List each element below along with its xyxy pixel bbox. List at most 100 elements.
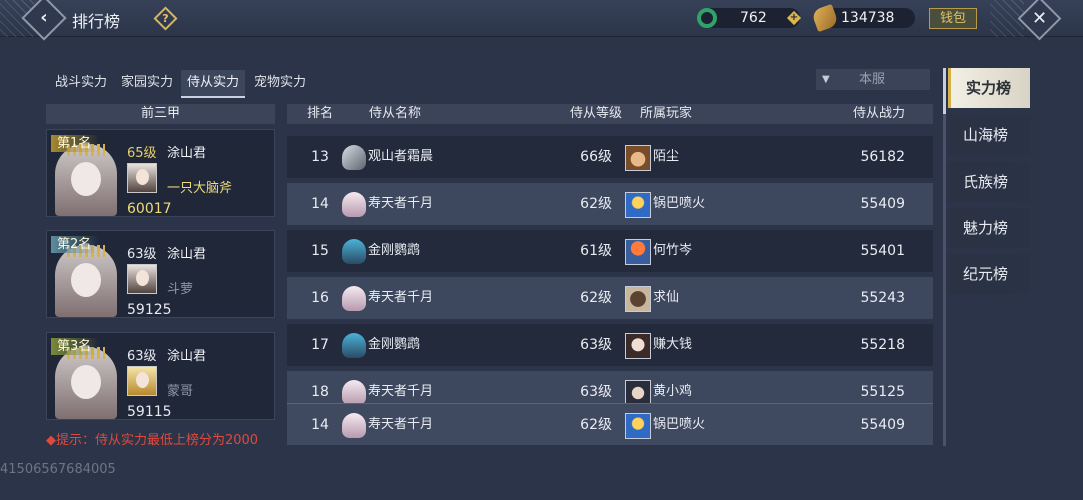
servant-power: 55401 [860, 243, 905, 259]
player-name: 求仙 [653, 290, 680, 305]
servant-name: 涂山君 [167, 247, 207, 262]
rank-value: 13 [311, 149, 329, 165]
close-icon: ✕ [1031, 8, 1048, 29]
player-avatar [625, 380, 651, 403]
servant-level: 62级 [580, 196, 612, 212]
player-avatar [625, 413, 651, 439]
servant-level: 63级 [127, 247, 157, 262]
side-tab-charm-ranking[interactable]: 魅力榜 [948, 208, 1030, 248]
header-pet-name: 侍从名称 [369, 106, 422, 121]
rank-value: 17 [311, 337, 329, 353]
owner-avatar [127, 366, 157, 396]
rank-badge: 第2名 [51, 236, 100, 253]
owner-name: 蒙哥 [167, 384, 194, 399]
rank-value: 15 [311, 243, 329, 259]
ranking-table-header: 排名 侍从名称 侍从等级 所属玩家 侍从战力 [287, 104, 933, 124]
header-rank: 排名 [307, 106, 334, 121]
table-row[interactable]: 18 寿天者千月 63级 黄小鸡 55125 [287, 371, 933, 403]
servant-level: 66级 [580, 149, 612, 165]
servant-name: 涂山君 [167, 146, 207, 161]
servant-icon [342, 239, 366, 264]
servant-icon [342, 286, 366, 311]
servant-name: 寿天者千月 [368, 196, 434, 211]
servant-level: 63级 [127, 349, 157, 364]
player-name: 何竹岑 [653, 243, 693, 258]
servant-power: 59125 [127, 302, 172, 318]
owner-name: 一只大脑斧 [167, 181, 233, 196]
player-name: 黄小鸡 [653, 384, 693, 399]
servant-level: 63级 [580, 384, 612, 400]
page-title: 排行榜 [72, 12, 121, 31]
header-player: 所属玩家 [640, 106, 693, 121]
rank-value: 14 [311, 417, 329, 433]
table-row[interactable]: 14 寿天者千月 62级 锅巴喷火 55409 [287, 183, 933, 225]
tab-combat-power[interactable]: 战斗实力 [50, 70, 112, 98]
servant-icon [342, 380, 366, 403]
servant-name: 观山者霜晨 [368, 149, 434, 164]
player-avatar [625, 333, 651, 359]
rank-badge: 第3名 [51, 338, 100, 355]
player-name: 陌尘 [653, 149, 680, 164]
player-name: 赚大钱 [653, 337, 693, 352]
side-tab-clan-ranking[interactable]: 氏族榜 [948, 162, 1030, 202]
servant-power: 56182 [860, 149, 905, 165]
servant-level: 61级 [580, 243, 612, 259]
servant-level: 62级 [580, 417, 612, 433]
chevron-left-icon: ‹ [40, 7, 48, 28]
servant-name: 金刚鹦鹉 [368, 243, 421, 258]
player-avatar [625, 192, 651, 218]
scrollbar-track[interactable] [943, 68, 946, 446]
scrollbar-thumb[interactable] [943, 68, 946, 114]
side-tab-power-ranking[interactable]: 实力榜 [948, 68, 1030, 108]
rank-value: 18 [311, 384, 329, 400]
header-power: 侍从战力 [853, 106, 906, 121]
side-tab-shanhai-ranking[interactable]: 山海榜 [948, 115, 1030, 155]
server-select[interactable]: ▼ 本服 [816, 69, 930, 90]
servant-level: 65级 [127, 146, 157, 161]
servant-name: 寿天者千月 [368, 417, 434, 432]
hint-text: ◆提示：侍从实力最低上榜分为2000 [46, 433, 259, 448]
player-avatar [625, 286, 651, 312]
side-tab-era-ranking[interactable]: 纪元榜 [948, 254, 1030, 294]
servant-name: 寿天者千月 [368, 290, 434, 305]
rank-value: 14 [311, 196, 329, 212]
rank-badge: 第1名 [51, 135, 100, 152]
top-three-header: 前三甲 [46, 104, 275, 124]
servant-power: 55409 [860, 196, 905, 212]
player-avatar [625, 145, 651, 171]
top-three-card-2[interactable]: 第2名 63级 涂山君 斗萝 59125 [46, 230, 275, 318]
player-name: 锅巴喷火 [653, 417, 706, 432]
servant-name: 涂山君 [167, 349, 207, 364]
servant-power: 55409 [860, 417, 905, 433]
tab-pet-power[interactable]: 宠物实力 [249, 70, 311, 98]
tab-servant-power[interactable]: 侍从实力 [181, 70, 245, 98]
tab-home-power[interactable]: 家园实力 [116, 70, 178, 98]
servant-power: 60017 [127, 201, 172, 217]
my-rank-row[interactable]: 14 寿天者千月 62级 锅巴喷火 55409 [287, 403, 933, 445]
servant-name: 寿天者千月 [368, 384, 434, 399]
server-select-value: 本服 [859, 72, 886, 87]
servant-icon [342, 333, 366, 358]
top-three-card-3[interactable]: 第3名 63级 涂山君 蒙哥 59115 [46, 332, 275, 420]
rank-value: 16 [311, 290, 329, 306]
chevron-down-icon: ▼ [822, 74, 830, 85]
jade-icon [697, 8, 717, 28]
servant-power: 55125 [860, 384, 905, 400]
owner-avatar [127, 264, 157, 294]
wallet-button[interactable]: 钱包 [929, 8, 977, 29]
servant-level: 63级 [580, 337, 612, 353]
owner-name: 斗萝 [167, 282, 194, 297]
table-row[interactable]: 13 观山者霜晨 66级 陌尘 56182 [287, 136, 933, 178]
servant-power: 59115 [127, 404, 172, 420]
coin-count: 134738 [841, 10, 895, 26]
header-pet-level: 侍从等级 [570, 106, 623, 121]
add-currency-icon[interactable]: + [786, 10, 802, 26]
servant-level: 62级 [580, 290, 612, 306]
top-three-card-1[interactable]: 第1名 65级 涂山君 一只大脑斧 60017 [46, 129, 275, 217]
servant-power: 55218 [860, 337, 905, 353]
table-row[interactable]: 16 寿天者千月 62级 求仙 55243 [287, 277, 933, 319]
servant-portrait [55, 144, 117, 216]
table-row[interactable]: 17 金刚鹦鹉 63级 赚大钱 55218 [287, 324, 933, 366]
table-row[interactable]: 15 金刚鹦鹉 61级 何竹岑 55401 [287, 230, 933, 272]
player-name: 锅巴喷火 [653, 196, 706, 211]
